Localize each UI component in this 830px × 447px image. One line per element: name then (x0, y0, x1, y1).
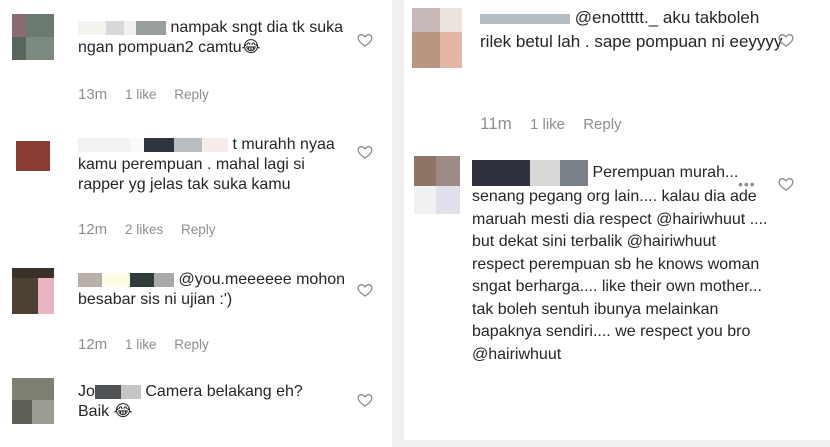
comment-text: @you.meeeeee mohon besabar sis ni ujian … (78, 270, 348, 310)
comment-text: Perempuan murah... senang pegang org lai… (472, 160, 772, 366)
comment: t murahh nyaa kamu perempuan . mahal lag… (0, 115, 392, 252)
panel-divider (392, 0, 404, 447)
comment: nampak sngt dia tk suka ngan pompuan2 ca… (0, 0, 392, 115)
reply-button[interactable]: Reply (181, 222, 216, 237)
comment-text: t murahh nyaa kamu perempuan . mahal lag… (78, 135, 348, 195)
heart-icon[interactable] (357, 32, 373, 48)
panel-divider (404, 440, 830, 447)
comment-meta: 12m 1 like Reply (78, 336, 223, 353)
comment-meta: 13m 1 like Reply (78, 86, 223, 103)
reply-button[interactable]: Reply (583, 116, 621, 133)
like-count[interactable]: 2 likes (125, 222, 163, 237)
comment-body: Perempuan murah... senang pegang org lai… (472, 164, 768, 363)
blurred-username (78, 272, 102, 287)
blurred-username (78, 137, 130, 152)
comments-panel-left: nampak sngt dia tk suka ngan pompuan2 ca… (0, 0, 392, 447)
avatar[interactable] (414, 156, 460, 214)
timestamp: 11m (480, 114, 512, 133)
heart-icon[interactable] (357, 282, 373, 298)
blurred-username (94, 384, 121, 399)
heart-icon[interactable] (778, 32, 794, 48)
avatar[interactable] (12, 268, 54, 314)
heart-icon[interactable] (357, 144, 373, 160)
avatar[interactable] (12, 14, 54, 60)
more-options-icon[interactable]: ••• (738, 176, 756, 192)
like-count[interactable]: 1 like (125, 337, 157, 352)
heart-icon[interactable] (778, 176, 794, 192)
comment-meta: 11m 1 like Reply (480, 114, 636, 134)
comments-panel-right: @enottttt._ aku takboleh rilek betul lah… (404, 0, 830, 447)
comment-text: nampak sngt dia tk suka ngan pompuan2 ca… (78, 18, 348, 58)
heart-icon[interactable] (357, 392, 373, 408)
avatar[interactable] (12, 378, 54, 424)
username-fragment: Jo (78, 383, 95, 400)
timestamp: 12m (78, 336, 108, 353)
reply-button[interactable]: Reply (174, 337, 209, 352)
comment: Perempuan murah... senang pegang org lai… (404, 150, 830, 440)
blurred-username (78, 20, 106, 35)
like-count[interactable]: 1 like (530, 116, 565, 133)
blurred-username (472, 160, 530, 186)
avatar[interactable] (16, 141, 50, 171)
comment-meta: 12m 2 likes Reply (78, 221, 230, 238)
blurred-username (480, 13, 570, 24)
reply-button[interactable]: Reply (174, 87, 209, 102)
comment-text: @enottttt._ aku takboleh rilek betul lah… (480, 6, 790, 54)
comment: @you.meeeeee mohon besabar sis ni ujian … (0, 252, 392, 370)
timestamp: 13m (78, 86, 108, 103)
avatar[interactable] (412, 8, 462, 68)
comment: Jo Camera belakang eh? Baik 😂 (0, 370, 392, 447)
like-count[interactable]: 1 like (125, 87, 157, 102)
timestamp: 12m (78, 221, 108, 238)
comment-text: Jo Camera belakang eh? Baik 😂 (78, 382, 328, 422)
comment: @enottttt._ aku takboleh rilek betul lah… (404, 0, 830, 150)
